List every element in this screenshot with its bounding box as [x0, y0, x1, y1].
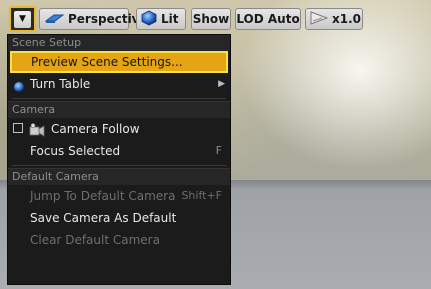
camera-follow-label: Camera Follow: [51, 122, 140, 136]
menu-item-focus-selected[interactable]: Focus Selected F: [8, 140, 230, 162]
lit-label: Lit: [161, 12, 179, 26]
menu-item-camera-follow[interactable]: Camera Follow: [8, 118, 230, 140]
menu-item-save-camera-as-default[interactable]: Save Camera As Default: [8, 207, 230, 229]
menu-divider: [12, 98, 226, 99]
save-camera-as-default-label: Save Camera As Default: [30, 211, 177, 225]
turn-table-icon: [13, 78, 25, 100]
viewport-toolbar: ▼ Perspective Lit Show LOD Auto x1.0: [0, 0, 431, 36]
menu-divider: [12, 165, 226, 166]
menu-item-turn-table[interactable]: Turn Table ▶: [8, 73, 230, 95]
perspective-icon: [44, 12, 65, 27]
viewport-options-menu: Scene Setup Preview Scene Settings... Tu…: [7, 34, 231, 285]
focus-selected-shortcut: F: [215, 144, 222, 157]
camera-speed-icon: [310, 10, 329, 28]
menu-item-clear-default-camera[interactable]: Clear Default Camera: [8, 229, 230, 251]
menu-item-preview-scene-settings[interactable]: Preview Scene Settings...: [10, 51, 228, 73]
menu-item-jump-to-default-camera[interactable]: Jump To Default Camera Shift+F: [8, 185, 230, 207]
focus-selected-label: Focus Selected: [30, 144, 121, 158]
show-button[interactable]: Show: [191, 8, 231, 30]
viewport-options-button[interactable]: ▼: [9, 6, 36, 32]
lit-button[interactable]: Lit: [136, 8, 186, 30]
perspective-button[interactable]: Perspective: [39, 8, 148, 30]
jump-to-default-label: Jump To Default Camera: [30, 189, 176, 203]
section-header-camera: Camera: [8, 101, 230, 118]
camera-speed-label: x1.0: [332, 12, 361, 26]
section-header-default-camera: Default Camera: [8, 168, 230, 185]
show-label: Show: [192, 12, 230, 26]
clear-default-camera-label: Clear Default Camera: [30, 233, 160, 247]
preview-scene-settings-label: Preview Scene Settings...: [31, 55, 183, 69]
turn-table-label: Turn Table: [30, 77, 91, 91]
lod-label: LOD Auto: [236, 12, 300, 26]
camera-speed-button[interactable]: x1.0: [305, 8, 363, 30]
lit-sphere-icon: [141, 10, 157, 29]
submenu-arrow-icon: ▶: [218, 79, 225, 89]
camera-follow-checkbox[interactable]: [13, 123, 23, 133]
chevron-down-icon: ▼: [14, 10, 31, 28]
section-header-scene-setup: Scene Setup: [8, 35, 230, 51]
jump-to-default-shortcut: Shift+F: [181, 189, 222, 202]
lod-button[interactable]: LOD Auto: [235, 8, 301, 30]
